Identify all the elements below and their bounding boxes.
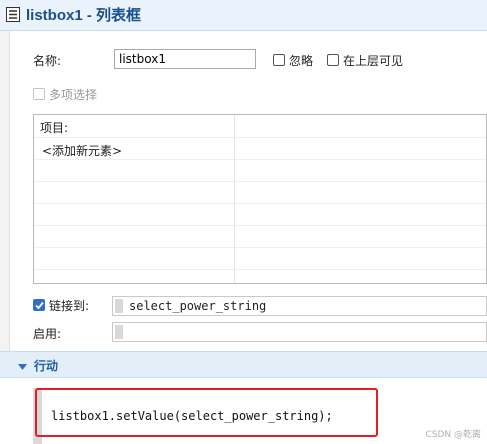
highlight-box — [35, 388, 378, 437]
grid-line — [34, 181, 486, 182]
items-listbox[interactable]: 项目: <添加新元素> — [33, 114, 487, 284]
left-gutter — [0, 31, 10, 351]
grid-line — [34, 225, 486, 226]
name-input[interactable] — [114, 49, 256, 69]
grid-line — [34, 269, 486, 270]
visible-on-top-checkbox[interactable] — [327, 54, 339, 66]
multiselect-label: 多项选择 — [49, 88, 98, 102]
link-to-checkbox[interactable] — [33, 299, 45, 311]
add-new-item[interactable]: <添加新元素> — [42, 142, 122, 159]
watermark: CSDN @乾离 — [425, 430, 481, 440]
grid-line — [34, 159, 486, 160]
field-grip — [115, 325, 123, 339]
name-label: 名称: — [33, 54, 62, 68]
grid-line — [34, 247, 486, 248]
title-bar: listbox1 - 列表框 — [0, 0, 487, 31]
ignore-checkbox[interactable] — [273, 54, 285, 66]
column-divider — [234, 115, 235, 283]
listbox-icon — [6, 7, 20, 22]
grid-line — [34, 137, 486, 138]
field-grip — [115, 299, 123, 313]
link-to-label: 链接到: — [49, 299, 90, 313]
grid-line — [34, 203, 486, 204]
collapse-arrow-icon[interactable] — [18, 360, 27, 374]
actions-section-label: 行动 — [34, 359, 59, 373]
multiselect-checkbox[interactable] — [33, 88, 45, 100]
link-to-value: select_power_string — [129, 299, 267, 313]
visible-on-top-label: 在上层可见 — [343, 54, 404, 68]
items-header: 项目: — [40, 121, 69, 135]
window-title: listbox1 - 列表框 — [26, 7, 142, 24]
ignore-label: 忽略 — [289, 54, 314, 68]
enable-field[interactable] — [112, 322, 487, 342]
link-to-field[interactable]: select_power_string — [112, 296, 487, 316]
actions-section-header[interactable]: 行动 — [0, 351, 487, 378]
enable-label: 启用: — [33, 327, 62, 341]
